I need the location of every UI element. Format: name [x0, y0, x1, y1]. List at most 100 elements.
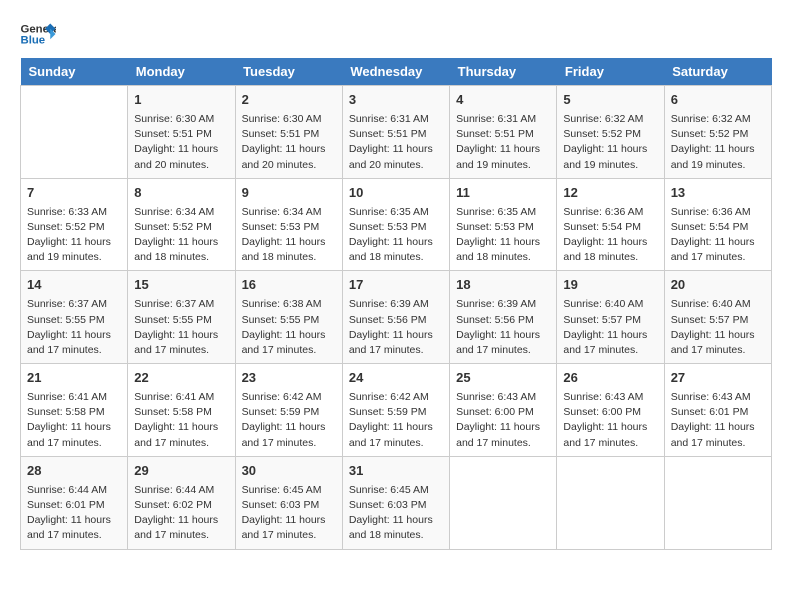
day-info: Sunrise: 6:32 AM Sunset: 5:52 PM Dayligh…	[563, 112, 657, 173]
day-number: 25	[456, 369, 550, 388]
calendar-cell: 19 Sunrise: 6:40 AM Sunset: 5:57 PM Dayli…	[557, 271, 664, 364]
calendar-cell: 17 Sunrise: 6:39 AM Sunset: 5:56 PM Dayli…	[342, 271, 449, 364]
day-number: 27	[671, 369, 765, 388]
day-number: 11	[456, 184, 550, 203]
day-info: Sunrise: 6:36 AM Sunset: 5:54 PM Dayligh…	[563, 205, 657, 266]
calendar-cell: 8 Sunrise: 6:34 AM Sunset: 5:52 PM Daylig…	[128, 178, 235, 271]
day-number: 13	[671, 184, 765, 203]
day-number: 4	[456, 91, 550, 110]
day-info: Sunrise: 6:38 AM Sunset: 5:55 PM Dayligh…	[242, 297, 336, 358]
calendar-cell: 10 Sunrise: 6:35 AM Sunset: 5:53 PM Dayli…	[342, 178, 449, 271]
header-cell-thursday: Thursday	[450, 58, 557, 86]
calendar-cell: 31 Sunrise: 6:45 AM Sunset: 6:03 PM Dayli…	[342, 456, 449, 549]
day-info: Sunrise: 6:41 AM Sunset: 5:58 PM Dayligh…	[134, 390, 228, 451]
calendar-cell: 2Sunrise: 6:30 AM Sunset: 5:51 PM Daylig…	[235, 86, 342, 179]
day-info: Sunrise: 6:43 AM Sunset: 6:01 PM Dayligh…	[671, 390, 765, 451]
calendar-cell: 11 Sunrise: 6:35 AM Sunset: 5:53 PM Dayli…	[450, 178, 557, 271]
calendar-body: 1Sunrise: 6:30 AM Sunset: 5:51 PM Daylig…	[21, 86, 772, 550]
page-header: General Blue	[20, 20, 772, 48]
calendar-cell: 4 Sunrise: 6:31 AM Sunset: 5:51 PM Daylig…	[450, 86, 557, 179]
calendar-cell: 1Sunrise: 6:30 AM Sunset: 5:51 PM Daylig…	[128, 86, 235, 179]
day-info: Sunrise: 6:42 AM Sunset: 5:59 PM Dayligh…	[242, 390, 336, 451]
calendar-cell	[557, 456, 664, 549]
logo-icon: General Blue	[20, 20, 56, 48]
day-info: Sunrise: 6:43 AM Sunset: 6:00 PM Dayligh…	[563, 390, 657, 451]
day-info: Sunrise: 6:37 AM Sunset: 5:55 PM Dayligh…	[27, 297, 121, 358]
day-number: 8	[134, 184, 228, 203]
logo: General Blue	[20, 20, 56, 48]
day-info: Sunrise: 6:31 AM Sunset: 5:51 PM Dayligh…	[349, 112, 443, 173]
day-info: Sunrise: 6:30 AM Sunset: 5:51 PM Dayligh…	[242, 112, 336, 173]
calendar-cell	[21, 86, 128, 179]
calendar-cell	[664, 456, 771, 549]
calendar-cell: 15Sunrise: 6:37 AM Sunset: 5:55 PM Dayli…	[128, 271, 235, 364]
day-info: Sunrise: 6:32 AM Sunset: 5:52 PM Dayligh…	[671, 112, 765, 173]
calendar-table: SundayMondayTuesdayWednesdayThursdayFrid…	[20, 58, 772, 550]
calendar-cell: 16 Sunrise: 6:38 AM Sunset: 5:55 PM Dayli…	[235, 271, 342, 364]
day-info: Sunrise: 6:40 AM Sunset: 5:57 PM Dayligh…	[671, 297, 765, 358]
calendar-cell: 29 Sunrise: 6:44 AM Sunset: 6:02 PM Dayli…	[128, 456, 235, 549]
calendar-cell: 7 Sunrise: 6:33 AM Sunset: 5:52 PM Daylig…	[21, 178, 128, 271]
day-number: 30	[242, 462, 336, 481]
day-info: Sunrise: 6:43 AM Sunset: 6:00 PM Dayligh…	[456, 390, 550, 451]
day-info: Sunrise: 6:31 AM Sunset: 5:51 PM Dayligh…	[456, 112, 550, 173]
day-info: Sunrise: 6:44 AM Sunset: 6:02 PM Dayligh…	[134, 483, 228, 544]
day-info: Sunrise: 6:45 AM Sunset: 6:03 PM Dayligh…	[242, 483, 336, 544]
day-number: 15	[134, 276, 228, 295]
day-info: Sunrise: 6:35 AM Sunset: 5:53 PM Dayligh…	[456, 205, 550, 266]
day-number: 14	[27, 276, 121, 295]
header-cell-wednesday: Wednesday	[342, 58, 449, 86]
header-row: SundayMondayTuesdayWednesdayThursdayFrid…	[21, 58, 772, 86]
calendar-cell: 3 Sunrise: 6:31 AM Sunset: 5:51 PM Daylig…	[342, 86, 449, 179]
calendar-cell: 22 Sunrise: 6:41 AM Sunset: 5:58 PM Dayli…	[128, 364, 235, 457]
calendar-cell: 12 Sunrise: 6:36 AM Sunset: 5:54 PM Dayli…	[557, 178, 664, 271]
day-number: 12	[563, 184, 657, 203]
calendar-cell: 23Sunrise: 6:42 AM Sunset: 5:59 PM Dayli…	[235, 364, 342, 457]
calendar-week-2: 7 Sunrise: 6:33 AM Sunset: 5:52 PM Daylig…	[21, 178, 772, 271]
calendar-cell: 28Sunrise: 6:44 AM Sunset: 6:01 PM Dayli…	[21, 456, 128, 549]
calendar-cell: 9 Sunrise: 6:34 AM Sunset: 5:53 PM Daylig…	[235, 178, 342, 271]
day-number: 20	[671, 276, 765, 295]
day-info: Sunrise: 6:34 AM Sunset: 5:52 PM Dayligh…	[134, 205, 228, 266]
day-number: 3	[349, 91, 443, 110]
header-cell-tuesday: Tuesday	[235, 58, 342, 86]
day-info: Sunrise: 6:39 AM Sunset: 5:56 PM Dayligh…	[349, 297, 443, 358]
day-number: 19	[563, 276, 657, 295]
header-cell-friday: Friday	[557, 58, 664, 86]
day-number: 9	[242, 184, 336, 203]
day-info: Sunrise: 6:42 AM Sunset: 5:59 PM Dayligh…	[349, 390, 443, 451]
header-cell-monday: Monday	[128, 58, 235, 86]
calendar-cell: 26 Sunrise: 6:43 AM Sunset: 6:00 PM Dayli…	[557, 364, 664, 457]
day-number: 21	[27, 369, 121, 388]
header-cell-sunday: Sunday	[21, 58, 128, 86]
calendar-cell: 21 Sunrise: 6:41 AM Sunset: 5:58 PM Dayli…	[21, 364, 128, 457]
day-info: Sunrise: 6:36 AM Sunset: 5:54 PM Dayligh…	[671, 205, 765, 266]
day-info: Sunrise: 6:40 AM Sunset: 5:57 PM Dayligh…	[563, 297, 657, 358]
day-info: Sunrise: 6:44 AM Sunset: 6:01 PM Dayligh…	[27, 483, 121, 544]
calendar-cell: 14 Sunrise: 6:37 AM Sunset: 5:55 PM Dayli…	[21, 271, 128, 364]
day-info: Sunrise: 6:41 AM Sunset: 5:58 PM Dayligh…	[27, 390, 121, 451]
calendar-cell: 25 Sunrise: 6:43 AM Sunset: 6:00 PM Dayli…	[450, 364, 557, 457]
calendar-header: SundayMondayTuesdayWednesdayThursdayFrid…	[21, 58, 772, 86]
day-number: 22	[134, 369, 228, 388]
day-number: 29	[134, 462, 228, 481]
day-info: Sunrise: 6:34 AM Sunset: 5:53 PM Dayligh…	[242, 205, 336, 266]
calendar-week-1: 1Sunrise: 6:30 AM Sunset: 5:51 PM Daylig…	[21, 86, 772, 179]
calendar-cell: 27 Sunrise: 6:43 AM Sunset: 6:01 PM Dayli…	[664, 364, 771, 457]
day-number: 16	[242, 276, 336, 295]
day-number: 24	[349, 369, 443, 388]
day-info: Sunrise: 6:35 AM Sunset: 5:53 PM Dayligh…	[349, 205, 443, 266]
day-number: 26	[563, 369, 657, 388]
day-number: 10	[349, 184, 443, 203]
calendar-cell: 30 Sunrise: 6:45 AM Sunset: 6:03 PM Dayli…	[235, 456, 342, 549]
day-number: 17	[349, 276, 443, 295]
calendar-cell: 18Sunrise: 6:39 AM Sunset: 5:56 PM Dayli…	[450, 271, 557, 364]
day-number: 7	[27, 184, 121, 203]
day-info: Sunrise: 6:45 AM Sunset: 6:03 PM Dayligh…	[349, 483, 443, 544]
day-number: 31	[349, 462, 443, 481]
calendar-week-5: 28Sunrise: 6:44 AM Sunset: 6:01 PM Dayli…	[21, 456, 772, 549]
calendar-cell	[450, 456, 557, 549]
day-info: Sunrise: 6:33 AM Sunset: 5:52 PM Dayligh…	[27, 205, 121, 266]
header-cell-saturday: Saturday	[664, 58, 771, 86]
calendar-cell: 24 Sunrise: 6:42 AM Sunset: 5:59 PM Dayli…	[342, 364, 449, 457]
